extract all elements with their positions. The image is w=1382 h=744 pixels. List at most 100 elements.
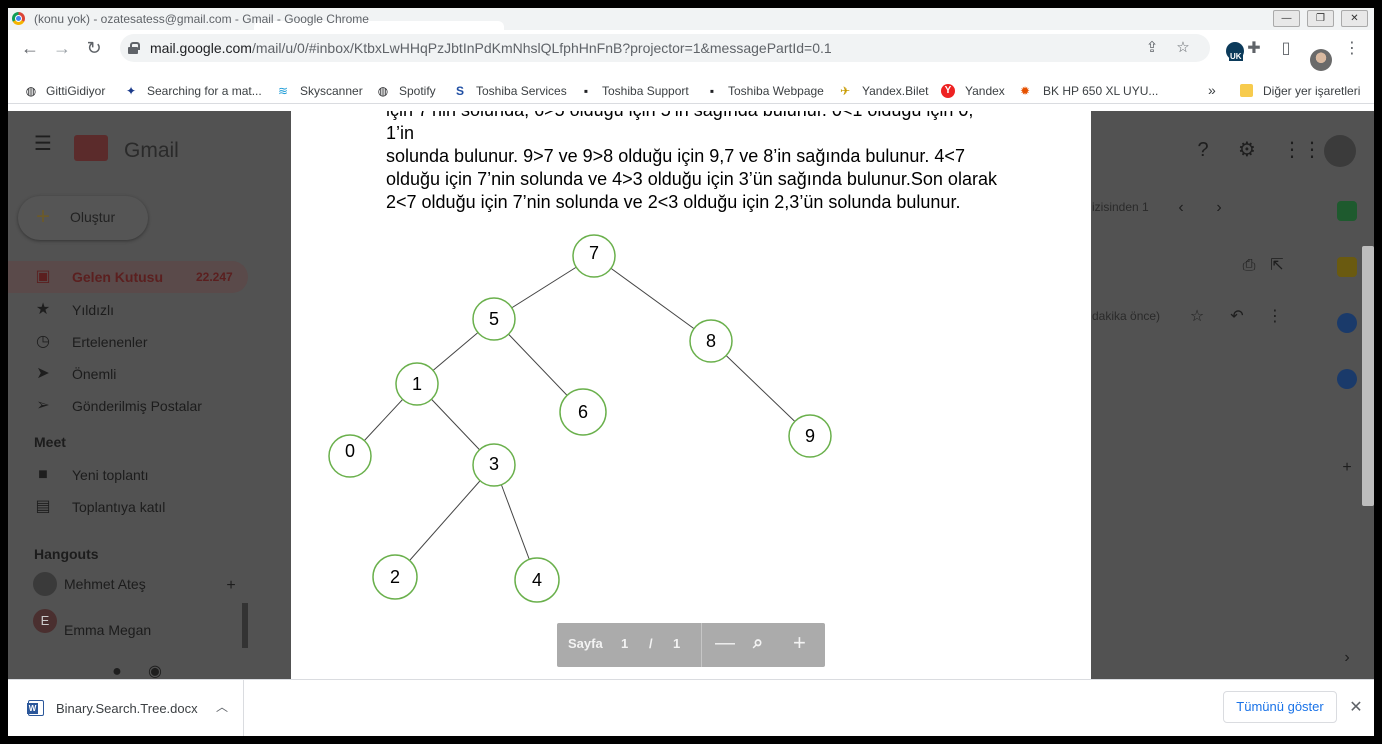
chevron-right-icon[interactable]: › [1210, 199, 1228, 217]
forward-icon[interactable]: → [50, 36, 74, 60]
hangouts-user-1[interactable]: Mehmet Ateş [64, 576, 146, 592]
close-icon[interactable]: ✕ [1346, 698, 1366, 718]
bookmark-gittigidiyor[interactable]: GittiGidiyor [46, 84, 105, 98]
chevron-left-icon[interactable]: ‹ [1172, 199, 1190, 217]
help-icon[interactable]: ? [1194, 140, 1212, 160]
compose-label: Oluştur [70, 209, 116, 225]
tasks-icon[interactable] [1337, 313, 1357, 333]
compose-button[interactable]: + Oluştur [18, 196, 148, 240]
share-icon[interactable]: ⇪ [1143, 39, 1161, 57]
page-controls: Sayfa 1 / 1 — ⌕ + [557, 623, 825, 667]
add-icon[interactable]: + [222, 577, 240, 595]
account-avatar[interactable] [1324, 135, 1356, 167]
document-page: için 7’nin solunda, 6>5 olduğu için 5’in… [291, 111, 1091, 681]
chrome-icon [12, 12, 25, 25]
url-text[interactable]: mail.google.com/mail/u/0/#inbox/KtbxLwHH… [150, 40, 832, 56]
send-icon: ➢ [36, 397, 50, 414]
star-outline-icon[interactable]: ☆ [1188, 308, 1206, 326]
inbox-label: Gelen Kutusu [72, 269, 164, 285]
user-avatar[interactable]: E [33, 609, 57, 633]
profile-avatar[interactable] [1310, 49, 1332, 71]
url-path: /mail/u/0/#inbox/KtbxLwHHqPzJbtInPdKmNhs… [251, 40, 832, 56]
globe-icon: ◍ [25, 84, 37, 98]
binary-search-tree-diagram: 7 5 8 1 6 9 0 3 2 4 [328, 234, 832, 603]
page-number-input[interactable]: 1 [621, 636, 628, 651]
tree-node-label: 4 [532, 570, 542, 590]
keyboard-icon: ▤ [35, 498, 51, 515]
bookmark-toshiba-support[interactable]: Toshiba Support [602, 84, 689, 98]
extensions-puzzle-icon[interactable]: ✚ [1244, 39, 1264, 59]
vpn-extension-icon[interactable]: UK [1226, 42, 1244, 61]
zoom-in-icon[interactable]: + [793, 630, 806, 656]
zoom-out-icon[interactable]: — [715, 632, 735, 655]
lock-icon[interactable] [128, 42, 140, 54]
sidebar-scrollbar[interactable] [242, 603, 248, 648]
inbox-count: 22.247 [196, 270, 233, 284]
nav-sent[interactable]: Gönderilmiş Postalar [72, 398, 202, 414]
print-icon[interactable]: ⎙ [1240, 257, 1258, 275]
inbox-icon: ▣ [35, 268, 51, 285]
nav-snoozed[interactable]: Ertelenenler [72, 334, 148, 350]
chevron-up-icon[interactable]: ︿ [213, 698, 231, 716]
meet-header: Meet [34, 434, 66, 450]
download-item[interactable]: Binary.Search.Tree.docx ︿ [8, 680, 244, 736]
video-icon: ■ [38, 466, 48, 483]
bookmark-yandex-bilet[interactable]: Yandex.Bilet [862, 84, 929, 98]
close-window-button[interactable]: ✕ [1341, 10, 1368, 27]
tree-node-label: 8 [706, 331, 716, 351]
main-menu-icon[interactable]: ☰ [34, 134, 52, 154]
contacts-icon[interactable] [1337, 369, 1357, 389]
nav-important[interactable]: Önemli [72, 366, 116, 382]
side-panel-icon[interactable]: ▯ [1276, 39, 1296, 59]
address-bar[interactable]: mail.google.com/mail/u/0/#inbox/KtbxLwHH… [120, 34, 1210, 62]
star-icon: ★ [35, 301, 51, 318]
time-text: dakika önce) [1092, 309, 1161, 323]
bookmarks-overflow-button[interactable]: » [1208, 82, 1216, 98]
more-vert-icon[interactable]: ⋮ [1266, 308, 1284, 326]
nav-join-meeting[interactable]: Toplantıya katıl [72, 499, 165, 515]
restore-button[interactable]: ❐ [1307, 10, 1334, 27]
tree-node-label: 9 [805, 426, 815, 446]
bookmark-skyscanner[interactable]: Skyscanner [300, 84, 363, 98]
clock-icon: ◷ [36, 333, 50, 350]
hangouts-user-2[interactable]: Emma Megan [64, 622, 151, 638]
tree-node: 4 [514, 557, 560, 603]
nav-inbox[interactable]: ▣ Gelen Kutusu 22.247 [8, 261, 248, 293]
bookmark-toshiba-webpage[interactable]: Toshiba Webpage [728, 84, 824, 98]
stars-icon: ✦ [125, 84, 137, 98]
keep-icon[interactable] [1337, 257, 1357, 277]
gmail-logo-text: Gmail [124, 139, 179, 162]
nav-new-meeting[interactable]: Yeni toplantı [72, 467, 149, 483]
user-avatar[interactable] [33, 572, 57, 596]
zoom-icon[interactable]: ⌕ [753, 632, 763, 653]
download-filename: Binary.Search.Tree.docx [56, 701, 198, 716]
open-in-new-icon[interactable]: ⇱ [1268, 257, 1286, 275]
show-all-downloads-button[interactable]: Tümünü göster [1223, 691, 1337, 723]
tree-node: 6 [559, 388, 607, 436]
other-bookmarks[interactable]: Diğer yer işaretleri [1263, 84, 1360, 98]
nav-starred[interactable]: Yıldızlı [72, 302, 114, 318]
settings-gear-icon[interactable]: ⚙ [1238, 140, 1256, 160]
page-separator: / [649, 636, 653, 651]
bookmark-star-icon[interactable]: ☆ [1174, 39, 1192, 57]
minimize-button[interactable]: — [1273, 10, 1300, 27]
reply-icon[interactable]: ↶ [1228, 308, 1246, 326]
add-icon[interactable]: + [1338, 459, 1356, 477]
apps-grid-icon[interactable]: ⋮⋮ [1282, 140, 1322, 160]
calendar-icon[interactable] [1337, 201, 1357, 221]
bookmark-searching[interactable]: Searching for a mat... [147, 84, 262, 98]
tree-node: 0 [328, 434, 372, 478]
bookmark-spotify[interactable]: Spotify [399, 84, 436, 98]
tree-node-label: 1 [412, 374, 422, 394]
menu-kebab-icon[interactable]: ⋮ [1342, 39, 1362, 59]
pagination-text: izisinden 1 [1092, 200, 1149, 214]
gmail-logo[interactable] [74, 135, 108, 161]
page-scrollbar[interactable] [1362, 246, 1374, 506]
bookmark-bk-hp[interactable]: BK HP 650 XL UYU... [1043, 84, 1158, 98]
reload-icon[interactable]: ↻ [82, 36, 106, 60]
back-icon[interactable]: ← [18, 36, 42, 60]
bookmark-toshiba-services[interactable]: Toshiba Services [476, 84, 567, 98]
chevron-right-icon[interactable]: › [1338, 649, 1356, 667]
bookmark-yandex[interactable]: Yandex [965, 84, 1005, 98]
tree-node-label: 6 [578, 402, 588, 422]
